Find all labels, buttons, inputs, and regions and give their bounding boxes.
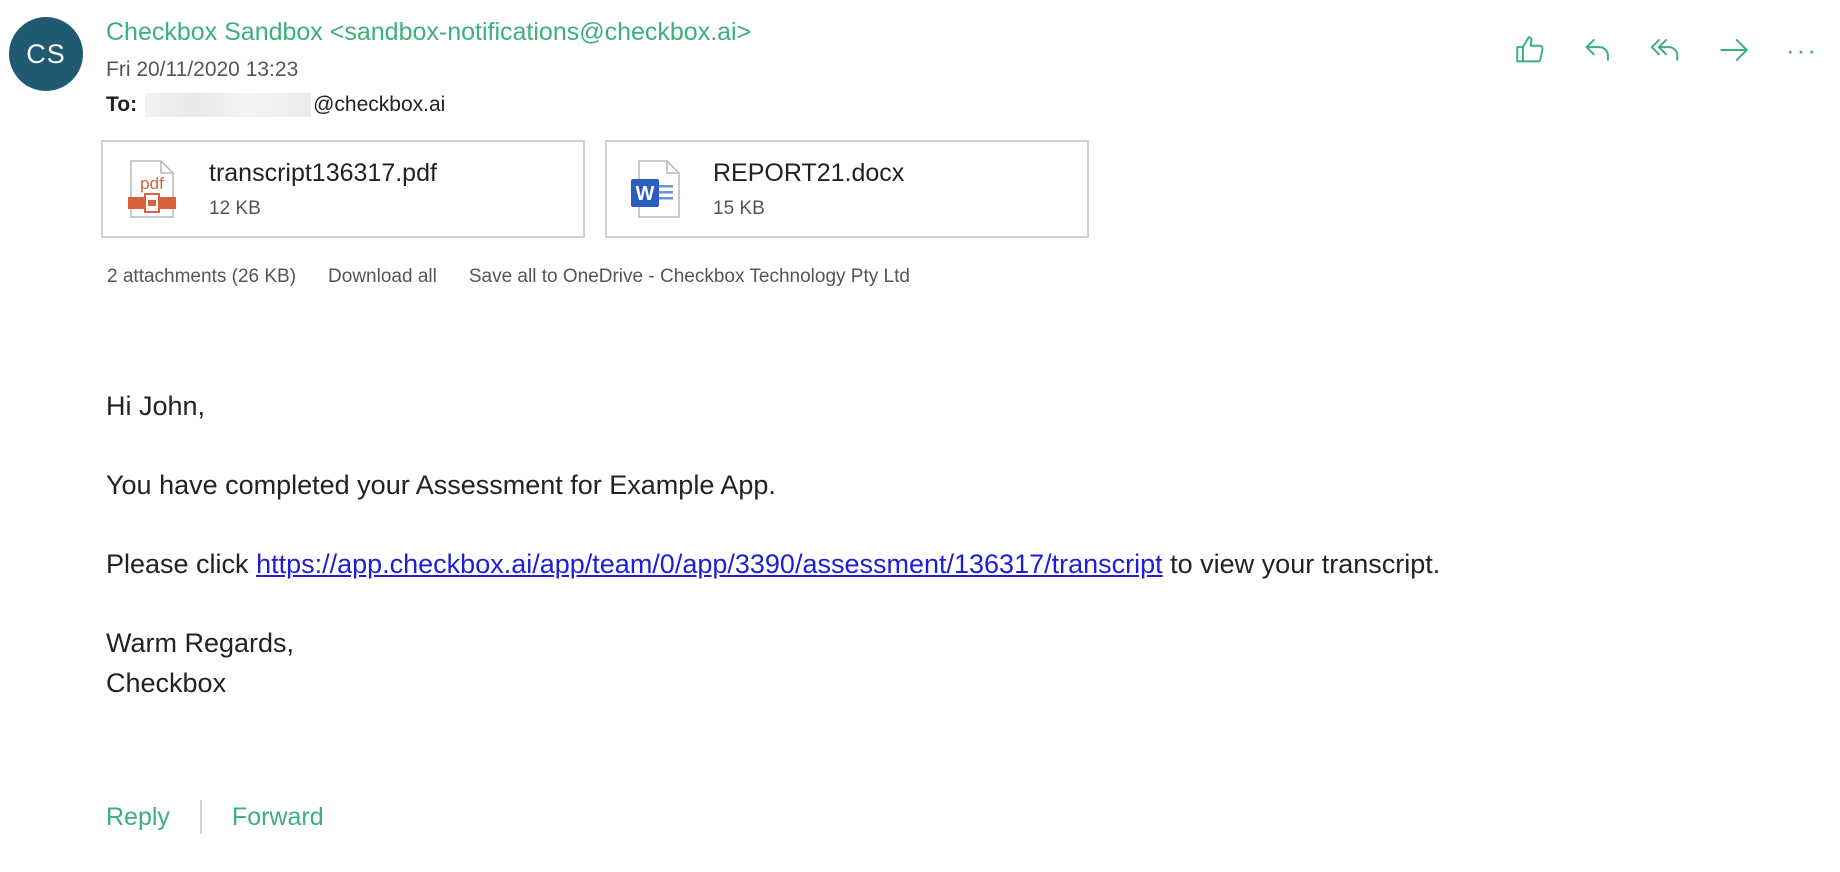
signature: Checkbox	[106, 668, 227, 698]
link-suffix-text: to view your transcript.	[1162, 549, 1441, 579]
body-line-1: You have completed your Assessment for E…	[106, 470, 776, 500]
attachment-size: 12 KB	[209, 197, 261, 219]
download-all-link[interactable]: Download all	[328, 266, 437, 288]
attachment-size: 15 KB	[713, 197, 765, 219]
reply-icon	[1585, 39, 1609, 61]
word-file-icon: W	[631, 160, 680, 218]
greeting: Hi John,	[106, 391, 206, 421]
attachment-name: transcript136317.pdf	[209, 158, 437, 187]
attachment-actions: 2 attachments (26 KB) Download all Save …	[107, 266, 942, 288]
reply-all-icon	[1650, 39, 1679, 61]
body-line-2: Please click https://app.checkbox.ai/app…	[106, 544, 1440, 584]
forward-toolbar-button[interactable]	[1714, 30, 1754, 70]
recipient-domain[interactable]: @checkbox.ai	[313, 93, 445, 117]
save-to-onedrive-link[interactable]: Save all to OneDrive - Checkbox Technolo…	[469, 266, 910, 288]
svg-text:W: W	[636, 183, 655, 205]
attachment-card-pdf[interactable]: pdf transcript136317.pdf 12 KB	[101, 140, 585, 238]
transcript-link[interactable]: https://app.checkbox.ai/app/team/0/app/3…	[256, 549, 1163, 579]
attachment-info: transcript136317.pdf 12 KB	[209, 159, 437, 220]
svg-text:pdf: pdf	[140, 174, 164, 193]
sign-off: Warm Regards,	[106, 628, 295, 658]
like-icon	[1516, 36, 1544, 63]
pdf-file-icon: pdf	[128, 160, 176, 218]
attachment-summary: 2 attachments (26 KB)	[107, 266, 297, 287]
footer-divider	[199, 800, 202, 834]
forward-button[interactable]: Forward	[232, 803, 324, 832]
attachment-info: REPORT21.docx 15 KB	[713, 159, 904, 220]
attachment-card-docx[interactable]: W REPORT21.docx 15 KB	[605, 140, 1089, 238]
link-prefix-text: Please click	[106, 549, 257, 579]
message-toolbar: ···	[1510, 30, 1822, 70]
more-actions-button[interactable]: ···	[1782, 30, 1822, 70]
sent-date: Fri 20/11/2020 13:23	[106, 58, 299, 81]
avatar-initials: CS	[26, 38, 66, 69]
forward-icon	[1720, 39, 1748, 61]
sender-avatar[interactable]: CS	[9, 17, 83, 91]
reply-button[interactable]: Reply	[106, 803, 170, 832]
to-label: To:	[106, 93, 138, 116]
redacted-recipient	[145, 93, 312, 117]
sender-name[interactable]: Checkbox Sandbox <sandbox-notifications@…	[106, 18, 751, 47]
quick-actions: Reply Forward	[106, 800, 324, 834]
reply-all-button[interactable]	[1646, 30, 1686, 70]
reply-toolbar-button[interactable]	[1578, 30, 1618, 70]
more-icon: ···	[1786, 34, 1818, 65]
attachment-name: REPORT21.docx	[713, 158, 905, 187]
recipient-row: To: @checkbox.ai	[106, 93, 445, 117]
email-reading-pane: CS Checkbox Sandbox <sandbox-notificatio…	[0, 0, 1840, 872]
attachment-list: pdf transcript136317.pdf 12 KB W REPORT2…	[101, 140, 1089, 238]
message-body: Hi John, You have completed your Assessm…	[106, 386, 1440, 742]
like-button[interactable]	[1510, 30, 1550, 70]
